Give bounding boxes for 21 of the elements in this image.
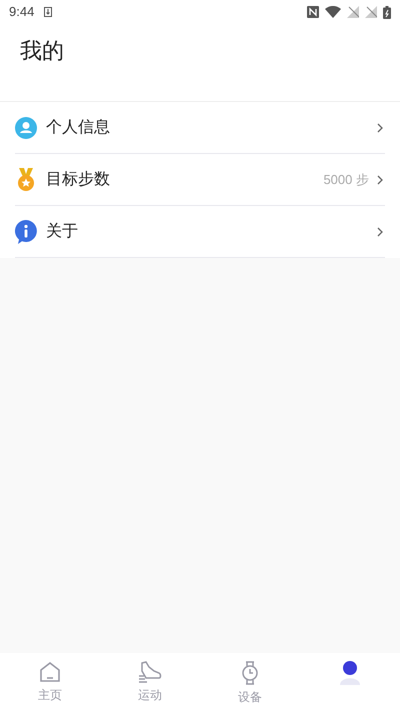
status-time: 9:44	[9, 3, 34, 22]
signal-icon	[347, 6, 359, 18]
download-icon	[44, 7, 52, 17]
home-icon	[39, 661, 61, 683]
chevron-right-icon	[377, 122, 383, 132]
nfc-icon	[307, 6, 319, 18]
signal-icon	[365, 6, 377, 18]
watch-icon	[240, 661, 260, 685]
menu-item[interactable]: 关于	[15, 206, 385, 258]
menu-item[interactable]: 个人信息	[15, 102, 385, 154]
chevron-right-icon	[377, 174, 383, 184]
medal-icon	[15, 168, 37, 192]
page-title: 我的	[20, 37, 65, 65]
wifi-icon	[325, 6, 341, 18]
person-icon	[15, 116, 37, 138]
battery-icon	[383, 6, 391, 18]
menu-item[interactable]: 目标步数 5000 步	[15, 154, 385, 206]
shoe-icon	[138, 661, 162, 683]
chevron-right-icon	[377, 226, 383, 236]
info-icon	[15, 220, 37, 244]
person-icon	[340, 661, 360, 685]
